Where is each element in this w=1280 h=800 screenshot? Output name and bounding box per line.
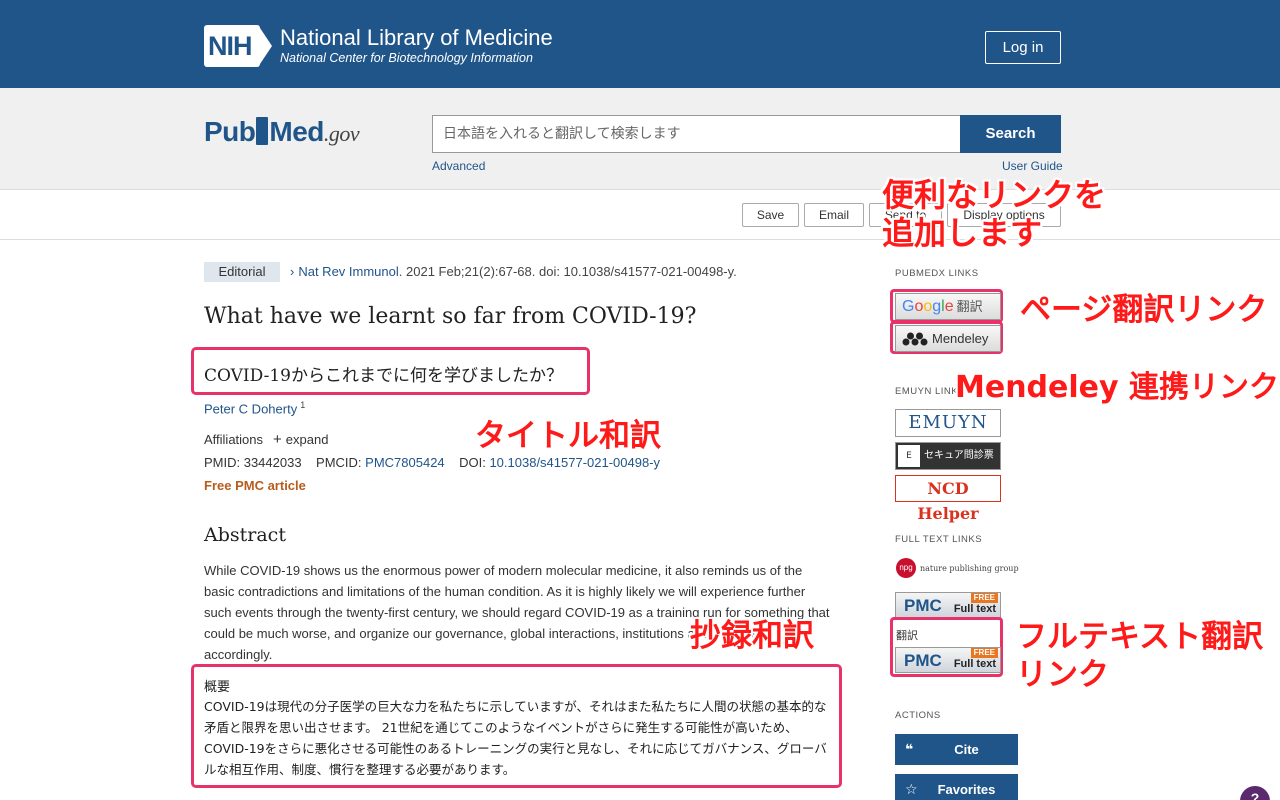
full-text-links-heading: FULL TEXT LINKS [895,534,983,545]
npg-link[interactable]: npg nature publishing group [896,558,1019,578]
search-region: Pub Med.gov 日本語を入れると翻訳して検索します Search Adva… [0,88,1280,190]
search-button[interactable]: Search [960,115,1061,153]
cite-button[interactable]: ❝ Cite [895,734,1018,765]
abstract-jp-text: COVID-19は現代の分子医学の巨大な力を私たちに示していますが、それはまた私… [204,699,827,777]
nih-badge-icon: NIH [204,25,272,67]
annotation-mendeley: Mendeley 連携リンク [955,370,1280,405]
abstract-jp-heading: 概要 [204,680,231,695]
email-button[interactable]: Email [804,203,864,227]
article-type-badge: Editorial [204,262,280,282]
emuyn-button[interactable]: EMUYN [895,409,1001,437]
nih-logo[interactable]: NIH National Library of Medicine Nationa… [204,25,553,67]
translate-label: 翻訳 [896,629,918,642]
nih-header: NIH National Library of Medicine Nationa… [0,0,1280,88]
save-button[interactable]: Save [742,203,799,227]
favorites-button[interactable]: ☆ Favorites [895,774,1018,800]
article-title-jp: COVID-19からこれまでに何を学びましたか？ [204,366,563,386]
abstract-heading: Abstract [204,524,286,546]
article-title: What have we learnt so far from COVID-19… [204,304,697,329]
journal-link[interactable]: Nat Rev Immunol. [298,264,402,279]
npg-logo-icon: npg [896,558,916,578]
annotation-title-translate: タイトル和訳 [475,418,661,454]
annotation-fulltext: フルテキスト翻訳 リンク [1016,619,1264,693]
mendeley-button[interactable]: Mendeley [895,325,1001,352]
author-link[interactable]: Peter C Doherty 1 [204,400,305,416]
annotation-page-translate: ページ翻訳リンク [1020,292,1268,328]
nih-title: National Library of Medicine [280,25,553,50]
emuyn-mini-icon: E [898,445,920,467]
expand-button[interactable]: expand [286,432,329,447]
citation-line: › Nat Rev Immunol. 2021 Feb;21(2):67-68. … [290,264,737,279]
google-translate-button[interactable]: Google 翻訳 [895,293,1001,320]
pubmed-logo[interactable]: Pub Med.gov [204,116,360,148]
article-ids: PMID: 33442033 PMCID: PMC7805424 DOI: 10… [204,455,661,470]
search-input[interactable]: 日本語を入れると翻訳して検索します [432,115,961,153]
ncd-helper-button[interactable]: NCD Helper [895,475,1001,523]
affiliations: Affiliations + expand [204,431,329,448]
chevron-right-icon: › [290,264,295,279]
pmc-translated-button[interactable]: PMC FREE Full text [895,647,1001,673]
nih-subtitle: National Center for Biotechnology Inform… [280,51,533,65]
annotation-abstract-translate: 抄録和訳 [690,618,814,654]
doi-link[interactable]: 10.1038/s41577-021-00498-y [489,455,660,470]
user-guide-link[interactable]: User Guide [1002,159,1063,173]
actions-heading: ACTIONS [895,710,941,721]
pmc-full-text-button[interactable]: PMC FREE Full text [895,592,1001,618]
free-pmc-label: Free PMC article [204,478,306,493]
advanced-search-link[interactable]: Advanced [432,159,485,173]
secure-questionnaire-button[interactable]: E セキュア問診票 [895,442,1001,470]
pubmedx-links-heading: PUBMEDX LINKS [895,268,979,279]
pubmed-book-icon [256,117,269,145]
pmcid-link[interactable]: PMC7805424 [365,455,445,470]
login-button[interactable]: Log in [985,31,1061,64]
help-button[interactable]: ? [1240,786,1270,800]
plus-icon[interactable]: + [273,431,282,448]
mendeley-icon [902,332,928,346]
annotation-links: 便利なリンクを 追加します [882,176,1107,252]
